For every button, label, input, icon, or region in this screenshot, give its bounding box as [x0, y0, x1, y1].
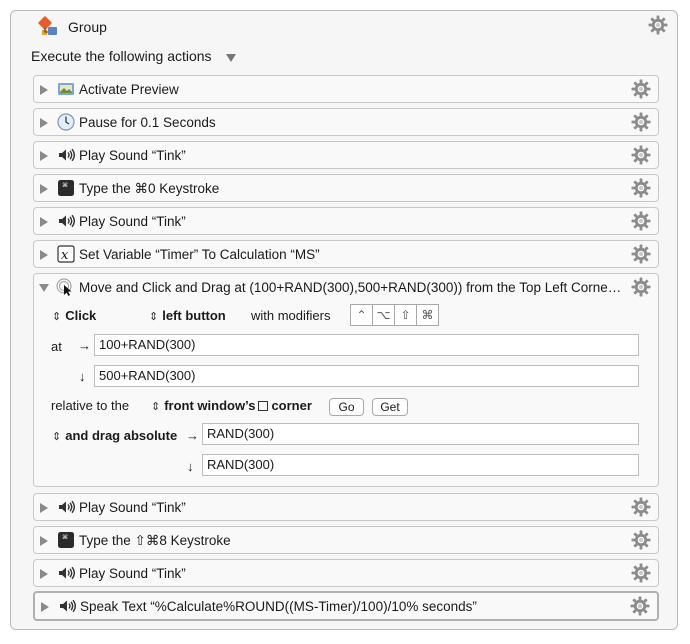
speaker-icon	[57, 212, 75, 230]
group-container: Group Execute the following actions Acti…	[10, 10, 678, 630]
mouse-button-popup[interactable]: ⇕ left button	[149, 308, 226, 323]
popup-arrows-icon: ⇕	[52, 311, 62, 323]
drag-y-field[interactable]: RAND(300)	[202, 454, 639, 476]
relative-to-popup[interactable]: ⇕ front window’s corner	[151, 398, 312, 413]
action-gear-icon[interactable]	[631, 497, 651, 517]
option-modifier-toggle[interactable]: ⌥	[372, 304, 395, 326]
svg-text:x: x	[61, 248, 69, 263]
x-coordinate-field[interactable]: 100+RAND(300)	[94, 334, 639, 356]
execute-actions-label: Execute the following actions	[31, 48, 212, 64]
expand-triangle-icon[interactable]	[40, 536, 48, 546]
mouse-click-icon	[56, 278, 72, 296]
variable-x-icon: x	[57, 245, 75, 263]
action-speak-text[interactable]: Speak Text “%Calculate%ROUND((MS-Timer)/…	[33, 591, 659, 621]
relative-label: relative to the	[51, 398, 130, 413]
drag-x-field[interactable]: RAND(300)	[202, 423, 639, 445]
keyboard-key-icon	[57, 179, 75, 197]
keyboard-key-icon	[57, 531, 75, 549]
command-modifier-toggle[interactable]: ⌘	[416, 304, 439, 326]
action-gear-icon[interactable]	[631, 244, 651, 264]
action-label: Type the ⌘0 Keystroke	[79, 181, 220, 196]
expand-triangle-icon[interactable]	[40, 250, 48, 260]
action-label: Activate Preview	[79, 82, 179, 97]
y-coordinate-field[interactable]: 500+RAND(300)	[94, 365, 639, 387]
action-pause[interactable]: Pause for 0.1 Seconds	[33, 108, 659, 136]
down-arrow-icon: ↓	[79, 369, 86, 384]
action-label: Set Variable “Timer” To Calculation “MS”	[79, 247, 320, 262]
expand-triangle-icon[interactable]	[40, 503, 48, 513]
action-label: Speak Text “%Calculate%ROUND((MS-Timer)/…	[80, 599, 477, 614]
action-gear-icon[interactable]	[631, 530, 651, 550]
action-label: Play Sound “Tink”	[79, 148, 186, 163]
action-label: Play Sound “Tink”	[79, 566, 186, 581]
at-label: at	[51, 339, 62, 354]
action-play-sound[interactable]: Play Sound “Tink”	[33, 141, 659, 169]
action-gear-icon[interactable]	[631, 178, 651, 198]
action-play-sound[interactable]: Play Sound “Tink”	[33, 559, 659, 587]
modifier-keys-group: ⌃ ⌥ ⇧ ⌘	[350, 304, 439, 326]
control-modifier-toggle[interactable]: ⌃	[350, 304, 373, 326]
go-button[interactable]: Go	[329, 398, 364, 416]
expand-triangle-icon[interactable]	[40, 217, 48, 227]
collapse-triangle-icon[interactable]	[39, 284, 49, 292]
action-play-sound[interactable]: Play Sound “Tink”	[33, 493, 659, 521]
action-activate-preview[interactable]: Activate Preview	[33, 75, 659, 103]
expand-triangle-icon[interactable]	[40, 85, 48, 95]
expand-triangle-icon[interactable]	[40, 184, 48, 194]
action-set-variable[interactable]: x Set Variable “Timer” To Calculation “M…	[33, 240, 659, 268]
expand-triangle-icon[interactable]	[41, 602, 49, 612]
action-gear-icon[interactable]	[630, 596, 650, 616]
action-label: Type the ⇧⌘8 Keystroke	[79, 533, 231, 548]
expand-triangle-icon[interactable]	[40, 118, 48, 128]
action-label: Pause for 0.1 Seconds	[79, 115, 216, 130]
action-label: Play Sound “Tink”	[79, 500, 186, 515]
shift-modifier-toggle[interactable]: ⇧	[394, 304, 417, 326]
right-arrow-icon: →	[78, 338, 91, 353]
expand-triangle-icon[interactable]	[40, 151, 48, 161]
down-arrow-icon: ↓	[187, 459, 194, 474]
popup-arrows-icon: ⇕	[149, 311, 159, 323]
action-label: Play Sound “Tink”	[79, 214, 186, 229]
group-gear-icon[interactable]	[648, 15, 668, 35]
speaker-icon	[57, 146, 75, 164]
action-gear-icon[interactable]	[631, 277, 651, 297]
right-arrow-icon: →	[186, 428, 199, 443]
click-type-popup[interactable]: ⇕ Click	[52, 308, 96, 323]
action-play-sound[interactable]: Play Sound “Tink”	[33, 207, 659, 235]
action-gear-icon[interactable]	[631, 211, 651, 231]
clock-icon	[57, 113, 75, 131]
speaker-icon	[57, 564, 75, 582]
modifiers-label: with modifiers	[251, 308, 331, 323]
action-label: Move and Click and Drag at (100+RAND(300…	[79, 280, 624, 295]
execute-mode-dropdown-icon[interactable]	[226, 54, 236, 62]
action-type-keystroke[interactable]: Type the ⌘0 Keystroke	[33, 174, 659, 202]
speaker-icon	[58, 597, 76, 615]
action-type-keystroke[interactable]: Type the ⇧⌘8 Keystroke	[33, 526, 659, 554]
action-gear-icon[interactable]	[631, 79, 651, 99]
popup-arrows-icon: ⇕	[151, 401, 161, 413]
corner-glyph-icon	[258, 401, 269, 411]
drag-mode-popup[interactable]: ⇕ and drag absolute	[52, 428, 177, 443]
popup-arrows-icon: ⇕	[52, 431, 62, 443]
action-gear-icon[interactable]	[631, 112, 651, 132]
expand-triangle-icon[interactable]	[40, 569, 48, 579]
action-move-click-drag[interactable]: Move and Click and Drag at (100+RAND(300…	[33, 273, 659, 487]
get-button[interactable]: Get	[372, 398, 408, 416]
preview-app-icon	[58, 83, 74, 95]
speaker-icon	[57, 498, 75, 516]
action-gear-icon[interactable]	[631, 563, 651, 583]
action-gear-icon[interactable]	[631, 145, 651, 165]
macro-group-icon	[38, 16, 57, 35]
group-title: Group	[68, 19, 107, 35]
